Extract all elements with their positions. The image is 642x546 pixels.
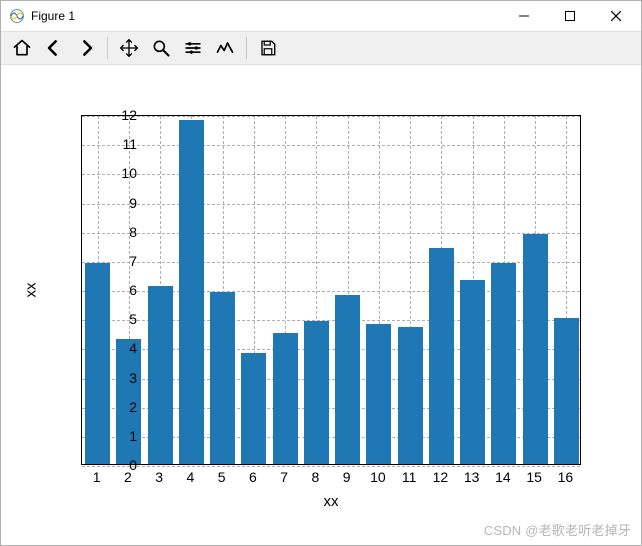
matplotlib-toolbar bbox=[1, 31, 641, 65]
bar bbox=[273, 333, 298, 464]
bar bbox=[210, 292, 235, 464]
bar bbox=[523, 234, 548, 464]
y-tick-label: 1 bbox=[97, 428, 137, 444]
x-tick-label: 6 bbox=[249, 469, 257, 485]
toolbar-pan-button[interactable] bbox=[114, 34, 144, 62]
y-tick-label: 5 bbox=[97, 311, 137, 327]
x-tick-label: 12 bbox=[433, 469, 449, 485]
bar bbox=[241, 353, 266, 464]
bar bbox=[366, 324, 391, 464]
bar bbox=[429, 248, 454, 464]
x-tick-label: 13 bbox=[464, 469, 480, 485]
window-maximize-button[interactable] bbox=[547, 1, 593, 31]
y-tick-label: 11 bbox=[97, 136, 137, 152]
x-tick-label: 2 bbox=[124, 469, 132, 485]
x-tick-label: 4 bbox=[186, 469, 194, 485]
bar bbox=[179, 120, 204, 464]
window-minimize-button[interactable] bbox=[501, 1, 547, 31]
bar bbox=[460, 280, 485, 464]
window-titlebar: Figure 1 bbox=[1, 1, 641, 31]
x-tick-label: 1 bbox=[93, 469, 101, 485]
y-tick-label: 3 bbox=[97, 370, 137, 386]
window-title: Figure 1 bbox=[31, 9, 75, 23]
watermark-text: CSDN @老歌老听老掉牙 bbox=[484, 520, 631, 539]
y-tick-label: 7 bbox=[97, 253, 137, 269]
toolbar-home-button[interactable] bbox=[7, 34, 37, 62]
x-tick-label: 14 bbox=[495, 469, 511, 485]
x-tick-label: 5 bbox=[218, 469, 226, 485]
bar bbox=[398, 327, 423, 464]
y-tick-label: 2 bbox=[97, 399, 137, 415]
bars-layer bbox=[82, 116, 580, 464]
x-tick-label: 15 bbox=[526, 469, 542, 485]
bar bbox=[304, 321, 329, 464]
toolbar-zoom-button[interactable] bbox=[146, 34, 176, 62]
bar bbox=[148, 286, 173, 464]
y-axis-label: xx bbox=[23, 283, 40, 298]
app-icon bbox=[9, 8, 25, 24]
y-tick-label: 4 bbox=[97, 340, 137, 356]
window-close-button[interactable] bbox=[593, 1, 639, 31]
x-tick-label: 3 bbox=[155, 469, 163, 485]
figure-canvas[interactable]: 0123456789101112 12345678910111213141516… bbox=[1, 65, 641, 545]
x-tick-label: 10 bbox=[370, 469, 386, 485]
toolbar-separator bbox=[107, 37, 108, 59]
axes-area bbox=[81, 115, 581, 465]
bar bbox=[335, 295, 360, 464]
toolbar-back-button[interactable] bbox=[39, 34, 69, 62]
y-tick-label: 8 bbox=[97, 224, 137, 240]
y-tick-label: 12 bbox=[97, 107, 137, 123]
toolbar-separator bbox=[246, 37, 247, 59]
y-tick-label: 10 bbox=[97, 165, 137, 181]
y-tick-label: 9 bbox=[97, 195, 137, 211]
x-tick-label: 7 bbox=[280, 469, 288, 485]
x-tick-label: 11 bbox=[402, 469, 417, 485]
y-tick-label: 6 bbox=[97, 282, 137, 298]
x-tick-label: 8 bbox=[311, 469, 319, 485]
toolbar-edit-button[interactable] bbox=[210, 34, 240, 62]
bar bbox=[554, 318, 579, 464]
x-axis-label: xx bbox=[324, 493, 339, 510]
bar bbox=[491, 263, 516, 464]
toolbar-forward-button[interactable] bbox=[71, 34, 101, 62]
toolbar-save-button[interactable] bbox=[253, 34, 283, 62]
x-tick-label: 9 bbox=[343, 469, 351, 485]
x-tick-label: 16 bbox=[558, 469, 574, 485]
toolbar-subplots-button[interactable] bbox=[178, 34, 208, 62]
